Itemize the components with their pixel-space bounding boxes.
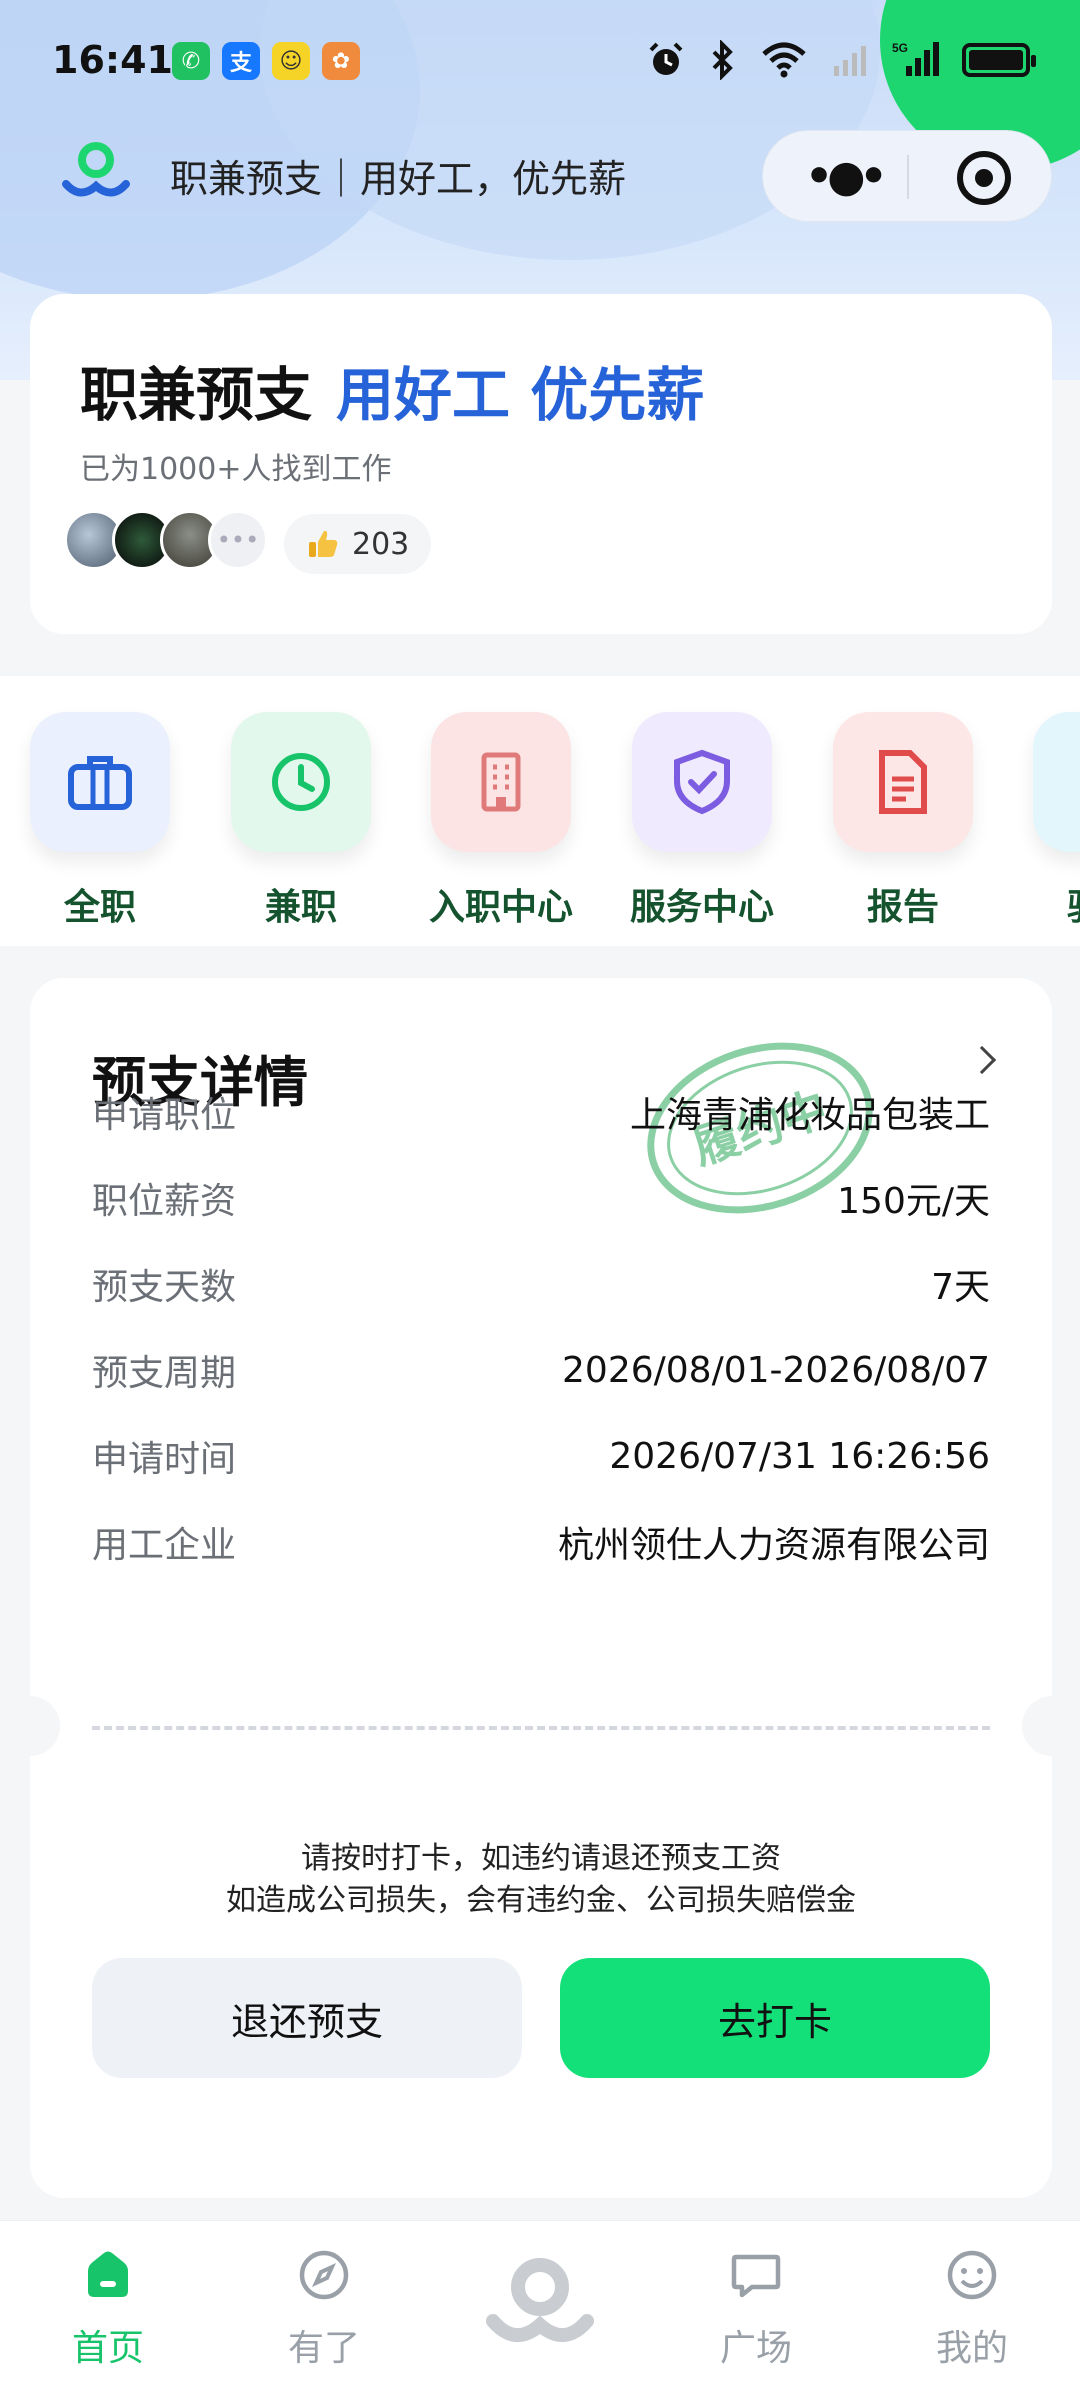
detail-row-position: 申请职位 上海青浦化妆品包装工	[92, 1082, 990, 1142]
hero-slogan: 用好工 优先薪	[336, 361, 705, 429]
bottom-tab-bar: 首页 有了 广场 我的	[0, 2220, 1080, 2400]
quick-nav: 全职 兼职 入职中心 服务中心 报告 骑手	[0, 676, 1080, 946]
row-value: 150元/天	[837, 1181, 990, 1222]
more-menu-icon[interactable]: •●•	[805, 151, 888, 202]
like-count: 203	[352, 526, 410, 562]
status-indicators: 5G	[646, 40, 1036, 80]
return-advance-button[interactable]: 退还预支	[92, 1958, 522, 2078]
wechat-icon: ✆	[172, 42, 210, 80]
dashed-divider	[92, 1726, 990, 1730]
nav-item-parttime[interactable]: 兼职	[226, 712, 376, 930]
network-type-label: 5G	[892, 41, 908, 55]
detail-row-apply-time: 申请时间 2026/07/31 16:26:56	[92, 1426, 990, 1486]
building-icon	[431, 712, 571, 852]
row-value: 2026/08/01-2026/08/07	[562, 1349, 990, 1391]
nav-label: 兼职	[264, 887, 337, 928]
wifi-icon	[762, 42, 806, 78]
notice-text: 请按时打卡，如违约请退还预支工资 如造成公司损失，会有违约金、公司损失赔偿金	[30, 1838, 1052, 1922]
detail-row-days: 预支天数 7天	[92, 1254, 990, 1314]
row-key: 预支周期	[92, 1353, 237, 1394]
detail-row-period: 预支周期 2026/08/01-2026/08/07	[92, 1340, 990, 1400]
alipay-icon: 支	[222, 42, 260, 80]
center-logo-icon	[460, 2243, 620, 2359]
row-key: 职位薪资	[92, 1181, 237, 1222]
hero-title: 职兼预支 用好工 优先薪	[80, 348, 704, 432]
status-time: 16:41	[52, 38, 173, 82]
nav-label: 入职中心	[428, 887, 573, 928]
briefcase-icon	[30, 712, 170, 852]
row-key: 申请职位	[92, 1095, 237, 1136]
clock-icon	[231, 712, 371, 852]
nav-item-onboarding[interactable]: 入职中心	[426, 712, 576, 930]
nav-label: 骑手	[1028, 878, 1080, 930]
row-value: 上海青浦化妆品包装工	[629, 1095, 990, 1136]
clock-in-button[interactable]: 去打卡	[560, 1958, 990, 2078]
close-target-icon[interactable]	[957, 151, 1011, 205]
tab-discover[interactable]: 有了	[244, 2243, 404, 2371]
smile-icon	[892, 2243, 1052, 2307]
compass-icon	[244, 2243, 404, 2307]
detail-row-salary: 职位薪资 150元/天	[92, 1168, 990, 1228]
thumbs-up-icon	[309, 530, 338, 557]
ticket-notch	[1022, 1696, 1052, 1756]
miniprogram-capsule: •●•	[762, 130, 1052, 222]
app-header: 职兼预支｜用好工，优先薪 •●•	[0, 130, 1080, 222]
row-key: 预支天数	[92, 1267, 237, 1308]
nav-item-service[interactable]: 服务中心	[627, 712, 777, 930]
status-bar: 16:41 ✆ 支 ☺ ✿ 5G	[0, 0, 1080, 120]
more-avatars-icon: •••	[208, 510, 268, 570]
tab-home[interactable]: 首页	[28, 2243, 188, 2371]
like-badge[interactable]: 203	[284, 514, 432, 574]
nav-label: 全职	[63, 887, 136, 928]
row-key: 用工企业	[92, 1525, 237, 1566]
nav-item-rider[interactable]: 骑手	[1028, 712, 1080, 930]
bluetooth-icon	[712, 40, 733, 80]
tab-label: 有了	[287, 2328, 360, 2369]
hero-card: 职兼预支 用好工 优先薪 已为1000+人找到工作 ••• 203	[30, 294, 1052, 634]
hero-brand: 职兼预支	[80, 361, 313, 429]
notice-line: 如造成公司损失，会有违约金、公司损失赔偿金	[226, 1883, 856, 1918]
chat-bubble-icon	[676, 2243, 836, 2307]
game-app-icon: ✿	[322, 42, 360, 80]
row-key: 申请时间	[92, 1439, 237, 1480]
tab-label: 我的	[935, 2328, 1008, 2369]
row-value: 2026/07/31 16:26:56	[609, 1435, 990, 1477]
alarm-icon	[649, 42, 683, 75]
shield-icon	[632, 712, 772, 852]
chevron-right-icon[interactable]	[967, 1045, 997, 1075]
app-logo-icon	[62, 142, 130, 197]
avatar-group[interactable]: •••	[64, 510, 268, 570]
signal-5g-icon: 5G	[892, 41, 939, 76]
signal-empty-icon	[834, 46, 866, 76]
document-icon	[833, 712, 973, 852]
mini-app-icon: ☺	[272, 42, 310, 80]
tab-mine[interactable]: 我的	[892, 2243, 1052, 2371]
nav-item-report[interactable]: 报告	[828, 712, 978, 930]
tab-square[interactable]: 广场	[676, 2243, 836, 2371]
nav-item-fulltime[interactable]: 全职	[25, 712, 175, 930]
advance-detail-card: 预支详情 履约中 申请职位 上海青浦化妆品包装工 职位薪资 150元/天 预支天…	[30, 978, 1052, 2198]
ticket-notch	[30, 1696, 60, 1756]
detail-row-employer: 用工企业 杭州领仕人力资源有限公司	[92, 1512, 990, 1572]
row-value: 杭州领仕人力资源有限公司	[557, 1525, 990, 1566]
tab-center[interactable]	[460, 2243, 620, 2359]
nav-label: 报告	[866, 887, 939, 928]
nav-label: 服务中心	[629, 887, 774, 928]
notice-line: 请按时打卡，如违约请退还预支工资	[301, 1841, 781, 1876]
hero-subtitle: 已为1000+人找到工作	[80, 452, 392, 487]
home-icon	[28, 2243, 188, 2307]
rider-icon	[1033, 712, 1080, 852]
capsule-divider	[907, 155, 909, 199]
tab-label: 广场	[719, 2328, 792, 2369]
notification-app-icons: ✆ 支 ☺ ✿	[172, 42, 360, 80]
tab-label: 首页	[71, 2328, 144, 2369]
battery-icon	[962, 43, 1036, 77]
row-value: 7天	[931, 1267, 990, 1308]
header-title: 职兼预支｜用好工，优先薪	[170, 157, 627, 201]
